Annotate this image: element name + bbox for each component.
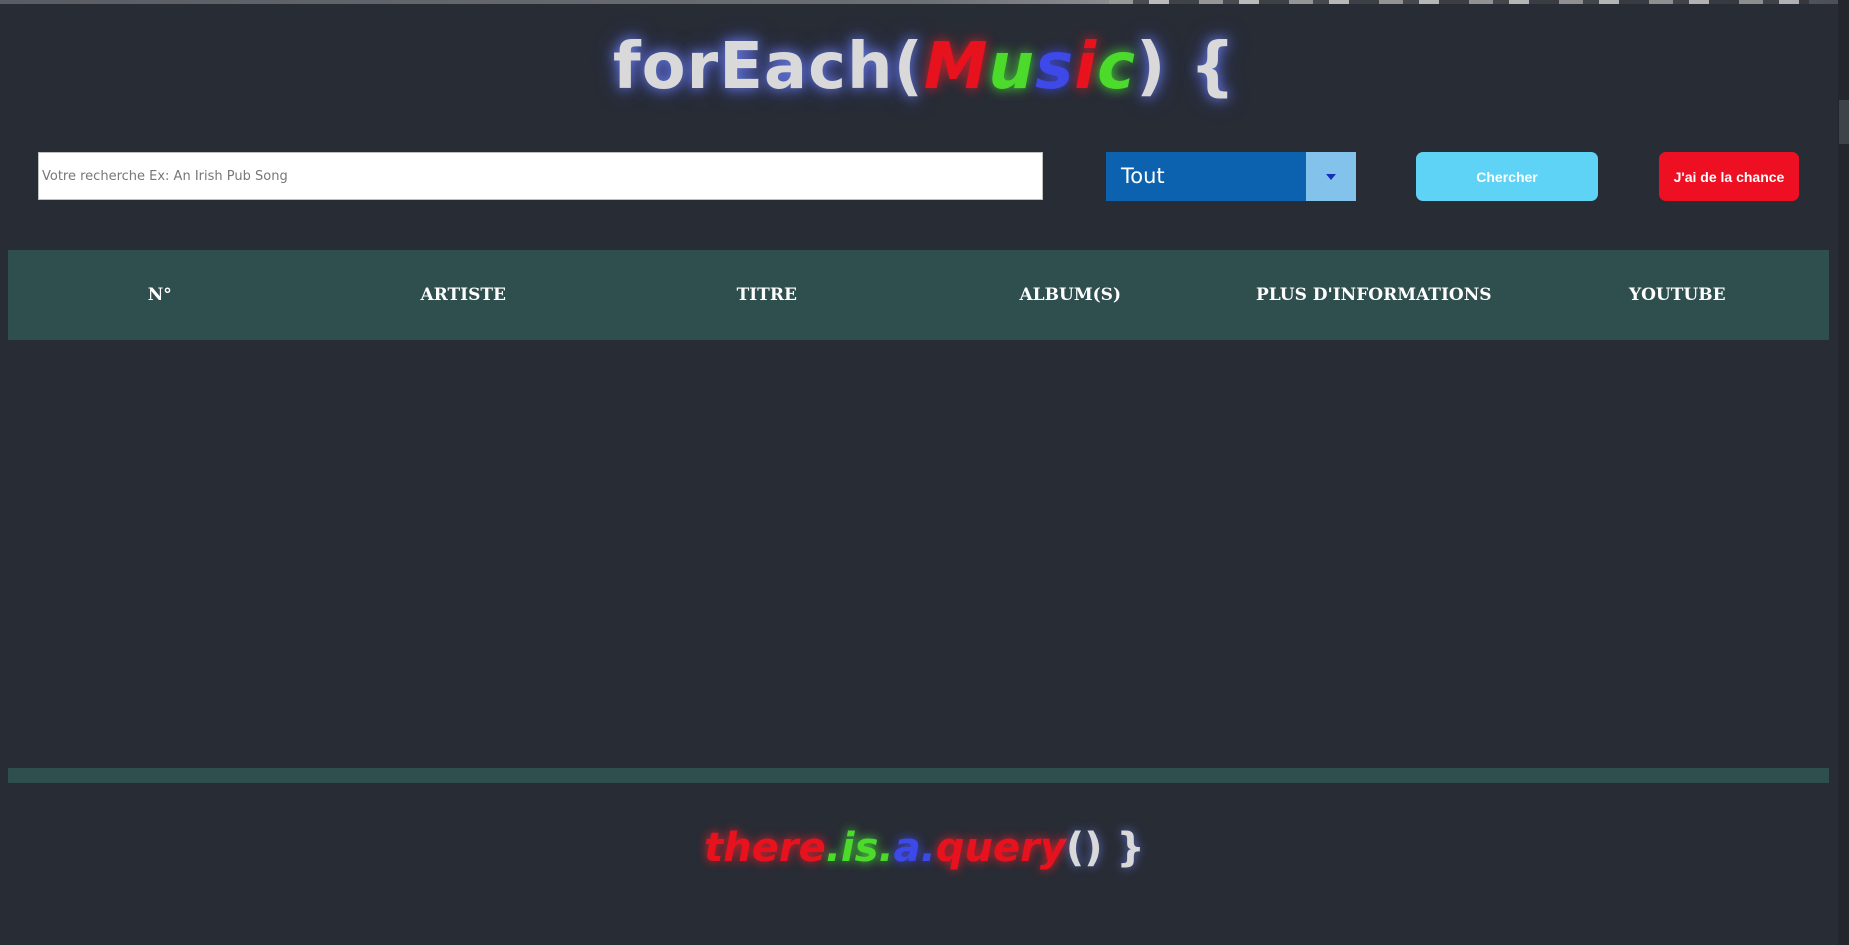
category-select[interactable]: Tout [1106, 152, 1356, 201]
column-header-number: N° [147, 285, 172, 305]
category-select-value: Tout [1121, 164, 1165, 188]
column-header-more-info: PLUS D'INFORMATIONS [1255, 285, 1492, 305]
search-input[interactable] [38, 152, 1043, 200]
title-letter-u: u [988, 30, 1036, 104]
slogan-dot-1: . [825, 825, 841, 871]
column-header-title: TITRE [736, 285, 797, 305]
slogan-a: a [893, 825, 921, 871]
results-table-footer [8, 768, 1829, 783]
chevron-down-icon [1326, 173, 1336, 180]
title-letter-c: c [1097, 30, 1137, 104]
title-letter-i: i [1074, 30, 1098, 104]
slogan-query: query [935, 825, 1066, 871]
title-letter-m: M [923, 30, 989, 104]
lucky-button[interactable]: J'ai de la chance [1659, 152, 1799, 201]
page-scrollbar[interactable] [1838, 0, 1849, 945]
title-prefix: forEach( [612, 30, 924, 104]
title-suffix: ) { [1136, 30, 1237, 104]
slogan-is: is [840, 825, 879, 871]
slogan-dot-3: . [920, 825, 936, 871]
column-header-youtube: YOUTUBE [1628, 285, 1726, 305]
site-title: forEach(Music) { [0, 22, 1849, 112]
select-dropdown-toggle[interactable] [1306, 152, 1356, 201]
search-button[interactable]: Chercher [1416, 152, 1598, 201]
browser-top-strip [0, 0, 1849, 4]
column-header-albums: ALBUM(S) [1019, 285, 1122, 305]
title-letter-s: s [1035, 30, 1075, 104]
results-table-header: N° ARTISTE TITRE ALBUM(S) PLUS D'INFORMA… [8, 250, 1829, 340]
results-table-body [8, 340, 1829, 768]
footer-slogan: there.is.a.query() } [0, 820, 1849, 876]
top-decoration [1109, 0, 1809, 4]
slogan-dot-2: . [878, 825, 894, 871]
slogan-tail: () } [1065, 825, 1145, 871]
column-header-artist: ARTISTE [420, 285, 506, 305]
slogan-there: there [704, 825, 826, 871]
